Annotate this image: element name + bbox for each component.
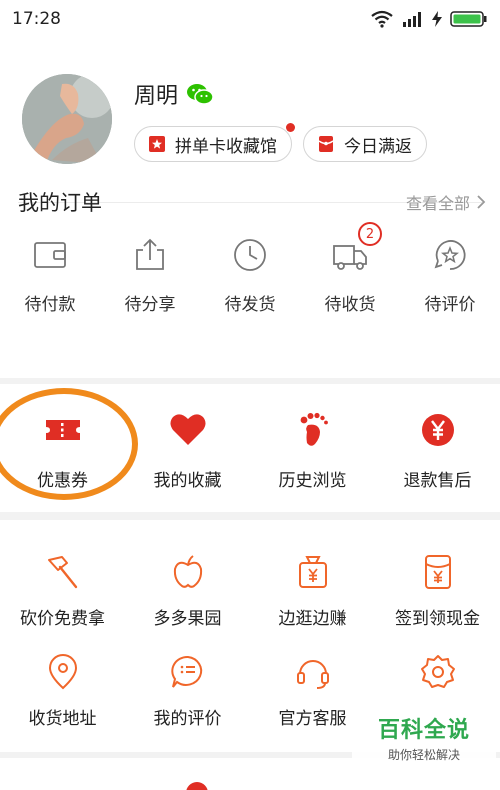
view-all-orders-link[interactable]: 查看全部 — [406, 190, 486, 214]
gear-icon — [420, 655, 455, 688]
browse-history-button[interactable]: 历史浏览 — [250, 384, 375, 512]
order-label: 待付款 — [24, 295, 76, 315]
pill-label: 今日满返 — [344, 136, 412, 157]
service-label: 我的评价 — [153, 709, 222, 729]
pill-daily-rebate[interactable]: 今日满返 — [303, 126, 427, 162]
checkin-cash-button[interactable]: 签到领现金 — [375, 552, 500, 629]
charging-icon — [432, 11, 442, 27]
heart-icon — [170, 414, 205, 445]
chevron-right-icon — [477, 195, 486, 209]
yuan-coin-icon — [421, 414, 454, 446]
order-label: 待收货 — [324, 295, 376, 315]
favorites-button[interactable]: 我的收藏 — [125, 384, 250, 512]
shipping-address-button[interactable]: 收货地址 — [0, 652, 125, 729]
wallet-icon — [34, 242, 66, 268]
bargain-free-button[interactable]: 砍价免费拿 — [0, 552, 125, 629]
review-star-icon — [434, 240, 466, 270]
watermark-subtitle: 助你轻松解决 — [387, 747, 460, 762]
order-label: 待评价 — [424, 295, 476, 315]
avatar[interactable] — [22, 74, 112, 164]
wechat-icon — [187, 84, 214, 105]
quick-label: 历史浏览 — [278, 471, 347, 491]
axe-icon — [47, 556, 77, 589]
pill-label: 拼单卡收藏馆 — [175, 136, 277, 157]
footprint-icon — [300, 412, 328, 446]
order-pending-receipt[interactable]: 2 待收货 — [300, 222, 400, 320]
order-pending-review[interactable]: 待评价 — [400, 230, 500, 320]
red-envelope-icon — [318, 136, 334, 152]
gift-card-icon — [149, 136, 165, 152]
battery-icon — [450, 11, 487, 27]
badge-count: 2 — [358, 222, 382, 246]
money-bag-icon — [298, 556, 327, 588]
service-label: 多多果园 — [153, 609, 222, 629]
share-icon — [136, 238, 164, 270]
user-name: 周明 — [134, 84, 179, 109]
location-pin-icon — [48, 654, 77, 690]
cash-envelope-icon — [424, 555, 451, 589]
order-pending-payment[interactable]: 待付款 — [0, 230, 100, 320]
recommendation-icon — [186, 782, 208, 790]
apple-icon — [173, 555, 202, 588]
my-reviews-button[interactable]: 我的评价 — [125, 652, 250, 729]
status-time: 17:28 — [12, 9, 61, 29]
pill-card-collection[interactable]: 拼单卡收藏馆 — [134, 123, 295, 162]
quick-label: 我的收藏 — [153, 471, 222, 491]
watermark-title: 百科全说 — [377, 717, 470, 743]
orchard-button[interactable]: 多多果园 — [125, 552, 250, 629]
service-label: 砍价免费拿 — [20, 609, 105, 629]
avatar-image — [22, 74, 112, 164]
order-status-row: 待付款 待分享 待发货 2 待收货 待评价 — [0, 222, 500, 320]
chat-list-icon — [170, 655, 202, 688]
service-label: 官方客服 — [278, 709, 347, 729]
order-pending-share[interactable]: 待分享 — [100, 230, 200, 320]
refund-aftersales-button[interactable]: 退款售后 — [375, 384, 500, 512]
headset-icon — [296, 660, 329, 689]
notification-dot — [286, 123, 295, 132]
service-label: 边逛边赚 — [278, 609, 347, 629]
order-label: 待分享 — [124, 295, 176, 315]
order-label: 待发货 — [224, 295, 276, 315]
clock-icon — [234, 239, 266, 271]
quick-label: 退款售后 — [403, 471, 472, 491]
signal-icon — [403, 12, 421, 27]
wifi-icon — [371, 10, 393, 28]
browse-earn-button[interactable]: 边逛边赚 — [250, 552, 375, 629]
service-label: 签到领现金 — [395, 609, 480, 629]
status-bar: 17:28 — [0, 0, 500, 38]
order-pending-shipment[interactable]: 待发货 — [200, 230, 300, 320]
service-label: 收货地址 — [28, 709, 97, 729]
orders-title: 我的订单 — [18, 191, 102, 215]
watermark-logo: 百科全说 助你轻松解决 — [352, 710, 496, 764]
